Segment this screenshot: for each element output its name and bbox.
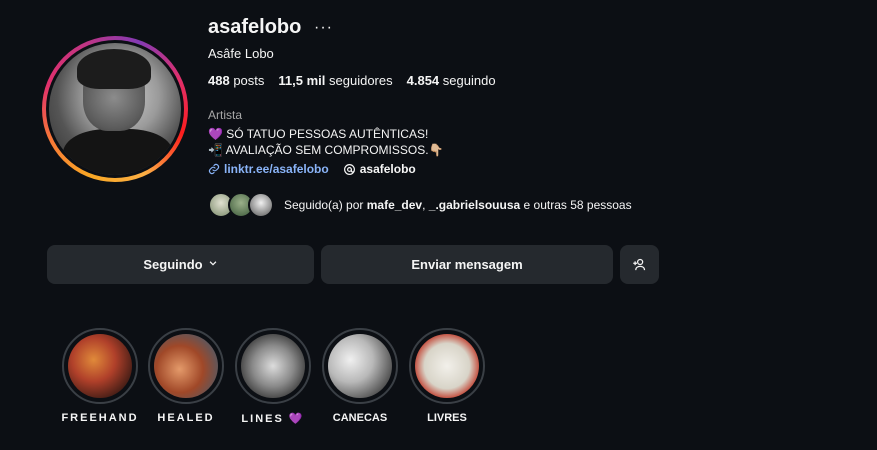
- threads-icon: [343, 163, 355, 175]
- avatar: [248, 192, 274, 218]
- profile-stats: 488 posts 11,5 mil seguidores 4.854 segu…: [208, 73, 496, 88]
- followed-by-separator: ,: [422, 198, 426, 212]
- highlight-freehand[interactable]: FREEHAND: [50, 328, 150, 424]
- highlight-cover: [328, 334, 392, 398]
- following-button-label: Seguindo: [143, 257, 203, 272]
- highlight-label: LINES 💜: [241, 413, 305, 425]
- avatar-photo: [49, 43, 181, 175]
- external-link-text: linktr.ee/asafelobo: [224, 162, 329, 176]
- mutual-user[interactable]: mafe_dev: [367, 198, 422, 212]
- following-count: 4.854: [406, 73, 440, 88]
- profile-links: linktr.ee/asafelobo asafelobo: [208, 162, 416, 176]
- highlight-lines[interactable]: LINES 💜: [223, 328, 323, 425]
- followed-by-prefix: Seguido(a) por: [284, 198, 364, 212]
- followed-by-suffix: e outras 58 pessoas: [523, 198, 632, 212]
- highlight-cover: [154, 334, 218, 398]
- profile-avatar[interactable]: [42, 36, 188, 182]
- following-stat[interactable]: 4.854 seguindo: [407, 73, 496, 88]
- mutual-avatars: [208, 192, 274, 218]
- mutual-user[interactable]: _.gabrielsouusa: [429, 198, 520, 212]
- profile-full-name: Asâfe Lobo: [208, 46, 274, 61]
- posts-stat: 488 posts: [208, 73, 264, 88]
- add-user-icon: [633, 258, 646, 271]
- highlight-cover: [241, 334, 305, 398]
- followers-count: 11,5 mil: [278, 73, 326, 88]
- send-message-button[interactable]: Enviar mensagem: [321, 245, 613, 284]
- link-icon: [208, 163, 220, 175]
- external-link[interactable]: linktr.ee/asafelobo: [208, 162, 329, 176]
- highlight-label: CANECAS: [332, 412, 388, 424]
- followers-label: seguidores: [329, 73, 393, 88]
- profile-bio: 💜 SÓ TATUO PESSOAS AUTÊNTICAS! 📲 AVALIAÇ…: [208, 126, 443, 158]
- followed-by[interactable]: Seguido(a) por mafe_dev, _.gabrielsouusa…: [208, 192, 632, 218]
- chevron-down-icon: [208, 258, 218, 271]
- profile-category: Artista: [208, 108, 243, 122]
- highlight-canecas[interactable]: CANECAS: [310, 328, 410, 424]
- posts-count: 488: [208, 73, 230, 88]
- highlight-label: FREEHAND: [61, 412, 139, 424]
- bio-line: 📲 AVALIAÇÃO SEM COMPROMISSOS.👇🏼: [208, 143, 444, 157]
- send-message-label: Enviar mensagem: [411, 257, 523, 272]
- more-options-icon[interactable]: ···: [314, 19, 333, 37]
- threads-link[interactable]: asafelobo: [343, 162, 416, 176]
- highlight-label: LIVRES: [427, 412, 467, 424]
- threads-handle: asafelobo: [359, 162, 416, 176]
- followers-stat[interactable]: 11,5 mil seguidores: [278, 73, 392, 88]
- following-label: seguindo: [442, 73, 496, 88]
- bio-line: 💜 SÓ TATUO PESSOAS AUTÊNTICAS!: [208, 127, 429, 141]
- highlight-healed[interactable]: HEALED: [136, 328, 236, 424]
- following-button[interactable]: Seguindo: [47, 245, 314, 284]
- highlight-label: HEALED: [157, 412, 215, 424]
- followed-by-text: Seguido(a) por mafe_dev, _.gabrielsouusa…: [284, 198, 632, 212]
- add-user-button[interactable]: [620, 245, 659, 284]
- highlight-cover: [415, 334, 479, 398]
- posts-label: posts: [233, 73, 265, 88]
- highlight-livres[interactable]: LIVRES: [397, 328, 497, 424]
- highlight-cover: [68, 334, 132, 398]
- profile-username: asafelobo: [208, 16, 302, 38]
